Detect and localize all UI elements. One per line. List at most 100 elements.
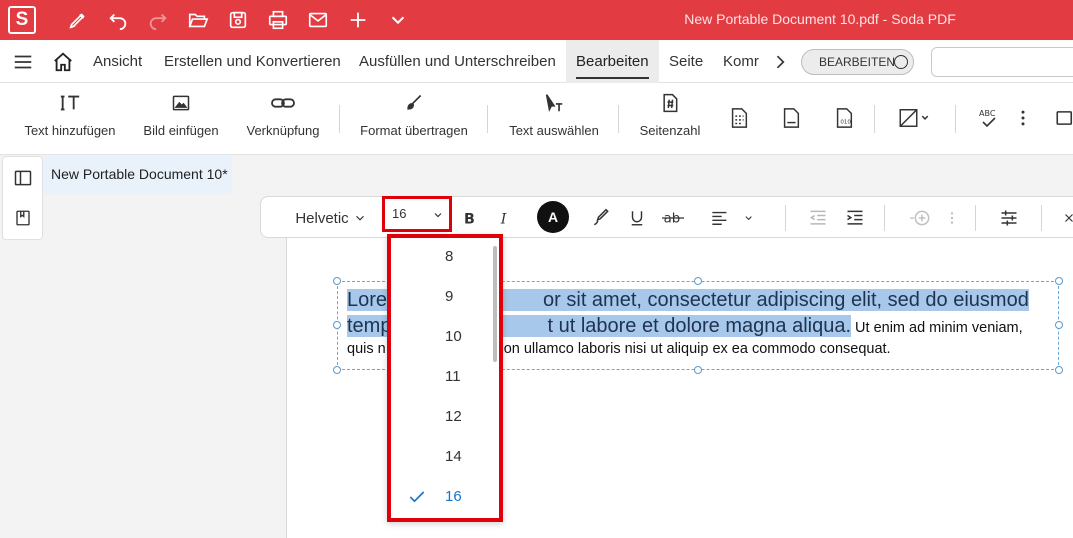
spell-check-icon[interactable]: ABC <box>974 103 1004 133</box>
font-size-option[interactable]: 8 <box>391 237 499 277</box>
resize-handle[interactable] <box>333 277 341 285</box>
font-size-option[interactable]: 10 <box>391 317 499 357</box>
menu-bearbeiten[interactable]: Bearbeiten <box>566 40 659 83</box>
font-family-select[interactable]: Helvetic <box>294 197 368 239</box>
highlight-button[interactable] <box>588 197 614 239</box>
pen-icon[interactable] <box>66 8 90 32</box>
bold-icon: B <box>464 211 475 227</box>
more-options-icon[interactable] <box>1008 103 1038 133</box>
text-fragment: quis n <box>347 341 386 357</box>
chevron-down-icon <box>434 213 442 218</box>
resize-handle[interactable] <box>1055 321 1063 329</box>
page-layout-icon[interactable] <box>724 103 754 133</box>
indent-icon <box>847 210 863 225</box>
title-bar: S New Portable Document 10.pdf - Soda PD… <box>0 0 1073 40</box>
page-number-button[interactable]: Seitenzahl <box>638 83 702 155</box>
select-text-button[interactable]: Text auswählen <box>508 83 600 155</box>
edit-mode-label: BEARBEITEN <box>819 55 896 69</box>
resize-handle[interactable] <box>1055 366 1063 374</box>
align-left-icon <box>712 211 727 225</box>
indent-button[interactable] <box>843 197 867 239</box>
redo-icon[interactable] <box>146 8 170 32</box>
format-painter-button[interactable]: Format übertragen <box>360 83 468 155</box>
resize-handle[interactable] <box>333 366 341 374</box>
export-icon[interactable] <box>1052 103 1073 133</box>
ribbon: Text hinzufügen Bild einfügen Verknüpfun… <box>0 83 1073 155</box>
underline-button[interactable] <box>625 197 649 239</box>
menu-kommentieren[interactable]: Komr <box>723 40 759 83</box>
outdent-button[interactable] <box>806 197 830 239</box>
chevron-down-icon <box>745 216 752 221</box>
add-text-button[interactable]: Text hinzufügen <box>24 83 116 155</box>
text-cursor-icon <box>59 83 81 123</box>
window-title: New Portable Document 10.pdf - Soda PDF <box>684 11 956 27</box>
resize-handle[interactable] <box>694 366 702 374</box>
more-format-icon[interactable] <box>944 197 960 239</box>
menu-ausfuellen-unterschreiben[interactable]: Ausfüllen und Unterschreiben <box>359 40 556 83</box>
font-size-option[interactable]: 12 <box>391 397 499 437</box>
menu-erstellen-konvertieren[interactable]: Erstellen und Konvertieren <box>164 40 341 83</box>
print-icon[interactable] <box>266 8 290 32</box>
font-family-value: Helvetic <box>295 209 349 227</box>
selected-text: temp <box>347 315 392 337</box>
ribbon-divider <box>487 105 488 133</box>
italic-icon: I <box>500 211 507 227</box>
menu-seite[interactable]: Seite <box>669 40 703 83</box>
svg-text:I: I <box>500 211 507 227</box>
mail-icon[interactable] <box>306 8 330 32</box>
panel-toggle-icon[interactable] <box>12 167 34 189</box>
svg-text:B: B <box>464 211 475 227</box>
format-divider <box>975 205 976 231</box>
image-icon <box>171 83 191 123</box>
add-list-button[interactable] <box>904 197 940 239</box>
add-icon[interactable] <box>346 8 370 32</box>
format-divider <box>1041 205 1042 231</box>
font-size-dropdown: 8 9 10 11 12 14 16 <box>387 234 503 522</box>
font-size-option[interactable]: 11 <box>391 357 499 397</box>
dropdown-scrollbar[interactable] <box>493 246 497 362</box>
selected-text: Lore <box>347 289 388 311</box>
page-footer-icon[interactable] <box>776 103 806 133</box>
redact-dropdown-icon[interactable] <box>894 103 934 133</box>
insert-image-button[interactable]: Bild einfügen <box>143 83 219 155</box>
bookmark-icon[interactable] <box>12 207 34 229</box>
chevron-down-icon[interactable] <box>386 8 410 32</box>
menu-ansicht[interactable]: Ansicht <box>93 40 142 83</box>
cursor-text-icon <box>543 83 565 123</box>
align-dropdown[interactable] <box>710 197 754 239</box>
resize-handle[interactable] <box>694 277 702 285</box>
brush-icon <box>404 83 424 123</box>
font-size-option[interactable]: 9 <box>391 277 499 317</box>
page-number-icon <box>660 83 680 123</box>
soda-pdf-logo[interactable]: S <box>8 6 36 34</box>
close-format-bar-icon[interactable] <box>1061 197 1073 239</box>
svg-text:ab: ab <box>664 212 681 227</box>
strikethrough-button[interactable]: ab <box>660 197 686 239</box>
format-divider <box>884 205 885 231</box>
font-size-select[interactable]: 16 <box>382 196 452 232</box>
sliders-icon <box>1001 210 1017 226</box>
save-icon[interactable] <box>226 8 250 32</box>
chevron-right-icon[interactable] <box>768 50 792 74</box>
checkmark-icon <box>409 491 425 503</box>
ribbon-divider <box>339 105 340 133</box>
svg-text:010: 010 <box>840 120 851 126</box>
strikethrough-icon: ab <box>662 212 684 227</box>
bates-number-icon[interactable]: 010 <box>829 103 859 133</box>
text-color-button[interactable]: A <box>537 201 569 233</box>
resize-handle[interactable] <box>333 321 341 329</box>
link-button[interactable]: Verknüpfung <box>245 83 321 155</box>
font-size-option-selected[interactable]: 16 <box>391 477 499 517</box>
bold-button[interactable]: B <box>458 197 482 239</box>
resize-handle[interactable] <box>1055 277 1063 285</box>
search-input[interactable] <box>931 47 1073 77</box>
text-settings-button[interactable] <box>996 197 1022 239</box>
document-tab[interactable]: New Portable Document 10* <box>44 156 232 194</box>
open-folder-icon[interactable] <box>186 8 210 32</box>
italic-button[interactable]: I <box>494 197 518 239</box>
font-size-option[interactable]: 14 <box>391 437 499 477</box>
home-icon[interactable] <box>51 50 75 74</box>
edit-mode-toggle[interactable]: BEARBEITEN <box>801 49 914 75</box>
hamburger-menu-icon[interactable] <box>11 50 35 74</box>
undo-icon[interactable] <box>106 8 130 32</box>
